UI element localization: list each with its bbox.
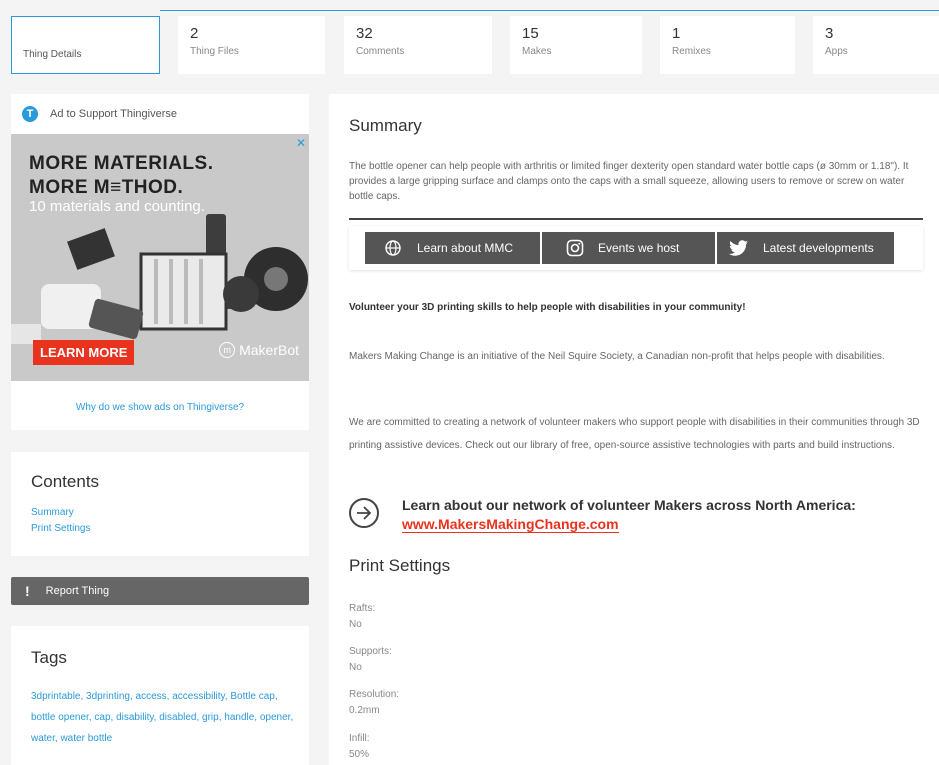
top-border	[0, 0, 939, 12]
tags-title: Tags	[31, 648, 67, 667]
summary-title: Summary	[349, 116, 422, 135]
mmc-intro: Makers Making Change is an initiative of…	[349, 351, 885, 362]
tab-label: Comments	[356, 46, 405, 57]
tab-makes[interactable]: 15 Makes	[510, 16, 642, 74]
tab-count: 2	[190, 25, 199, 42]
latest-developments-button[interactable]: Latest developments	[717, 232, 894, 264]
summary-text: The bottle opener can help people with a…	[349, 161, 909, 202]
report-label: Report Thing	[45, 585, 110, 597]
alert-icon: !	[25, 583, 30, 599]
ad-headline: MORE MATERIALS. MORE M≡THOD.	[29, 152, 213, 200]
ad-banner[interactable]: ✕ MORE MATERIALS. MORE M≡THOD. 10 materi…	[11, 134, 309, 381]
contents-link-summary[interactable]: Summary	[31, 507, 74, 518]
tab-count: 3	[825, 25, 834, 42]
rafts-label: Rafts:	[349, 603, 376, 614]
ad-header-label: Ad to Support Thingiverse	[50, 108, 177, 120]
events-we-host-button[interactable]: Events we host	[542, 232, 715, 264]
tab-count: 1	[672, 25, 681, 42]
tab-label: Apps	[825, 46, 848, 57]
developments-button-label: Latest developments	[763, 241, 874, 255]
contents-title: Contents	[31, 472, 100, 491]
tab-thing-files[interactable]: 2 Thing Files	[178, 16, 325, 74]
contents-card	[11, 452, 309, 556]
twitter-icon	[729, 240, 748, 256]
ad-close-icon[interactable]: ✕	[296, 136, 306, 150]
tab-thing-details[interactable]: Thing Details	[11, 16, 160, 74]
events-button-label: Events we host	[598, 241, 680, 255]
tab-label: Makes	[522, 46, 552, 57]
ad-header: T Ad to Support Thingiverse	[22, 106, 177, 122]
arrow-right-icon	[357, 506, 372, 520]
tab-label: Thing Details	[23, 49, 82, 60]
arrow-right-circle-icon[interactable]	[349, 498, 379, 528]
tab-label: Remixes	[672, 46, 711, 57]
infill-value: 50%	[349, 749, 370, 760]
learn-about-mmc-button[interactable]: Learn about MMC	[365, 232, 540, 264]
learn-more-button[interactable]: LEARN MORE	[33, 340, 135, 365]
makerbot-brand: MakerBot	[239, 342, 299, 358]
ad-subheadline: 10 materials and counting.	[29, 198, 205, 215]
tab-apps[interactable]: 3 Apps	[813, 16, 939, 74]
tab-remixes[interactable]: 1 Remixes	[660, 16, 795, 74]
ad-headline-line2: MORE M≡THOD.	[29, 177, 184, 198]
makers-making-change-link[interactable]: www.MakersMakingChange.com	[402, 516, 619, 533]
contents-link-print-settings[interactable]: Print Settings	[31, 523, 90, 534]
instagram-icon	[566, 239, 584, 257]
mmc-button-label: Learn about MMC	[417, 241, 514, 255]
report-thing-button[interactable]: ! Report Thing	[11, 577, 309, 605]
mmc-commitment: We are committed to creating a network o…	[349, 417, 920, 451]
makerbot-m-icon: m	[219, 342, 236, 358]
tab-count: 32	[356, 25, 373, 42]
tab-label: Thing Files	[190, 46, 239, 57]
resolution-value: 0.2mm	[349, 705, 380, 716]
divider	[349, 218, 923, 220]
tab-comments[interactable]: 32 Comments	[344, 16, 492, 74]
tags-list[interactable]: 3dprintable, 3dprinting, access, accessi…	[31, 686, 299, 749]
supports-label: Supports:	[349, 646, 392, 657]
globe-icon	[385, 240, 401, 256]
supports-value: No	[349, 662, 362, 673]
infill-label: Infill:	[349, 733, 370, 744]
ad-headline-line1: MORE MATERIALS.	[29, 153, 214, 174]
thingiverse-logo-icon: T	[22, 106, 38, 122]
volunteer-callout: Volunteer your 3D printing skills to hel…	[349, 302, 746, 313]
tab-count: 15	[522, 25, 539, 42]
makerbot-logo: m MakerBot	[219, 342, 299, 358]
why-ads-link[interactable]: Why do we show ads on Thingiverse?	[11, 402, 309, 413]
resolution-label: Resolution:	[349, 689, 400, 700]
print-settings-title: Print Settings	[349, 556, 451, 575]
rafts-value: No	[349, 619, 362, 630]
network-heading: Learn about our network of volunteer Mak…	[402, 497, 856, 513]
